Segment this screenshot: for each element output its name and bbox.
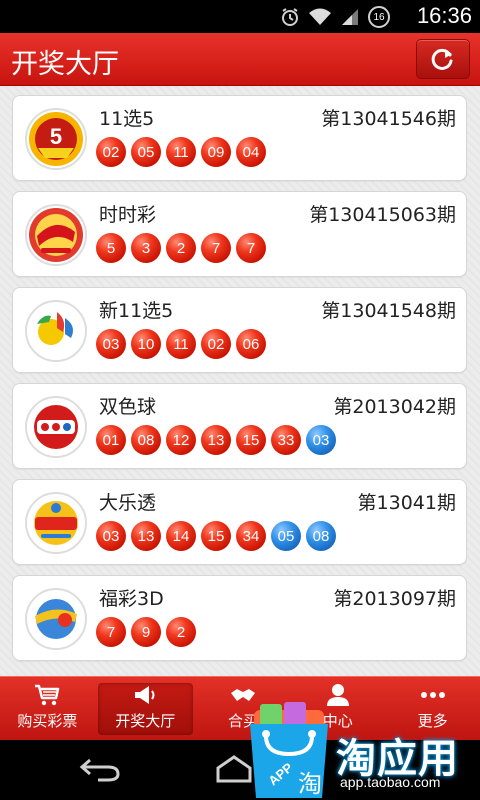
wifi-icon bbox=[309, 8, 331, 25]
refresh-button[interactable] bbox=[416, 39, 470, 79]
red-ball: 02 bbox=[96, 137, 126, 167]
signal-icon bbox=[342, 9, 358, 25]
more-dots-icon bbox=[420, 692, 445, 698]
issue-number: 第13041期 bbox=[357, 492, 456, 514]
red-ball: 02 bbox=[201, 329, 231, 359]
red-ball: 2 bbox=[166, 233, 196, 263]
winning-numbers: 03 13 14 15 34 05 08 bbox=[96, 521, 336, 551]
tab-draw-hall[interactable]: 开奖大厅 bbox=[97, 683, 193, 735]
page-title: 开奖大厅 bbox=[11, 49, 119, 80]
lottery-name: 新11选5 bbox=[99, 300, 174, 322]
dlt-logo bbox=[25, 492, 87, 554]
tab-buy-lottery[interactable]: 购买彩票 bbox=[0, 677, 95, 740]
winning-numbers: 7 9 2 bbox=[96, 617, 196, 647]
status-bar: 16 16:36 bbox=[0, 0, 480, 33]
red-ball: 34 bbox=[236, 521, 266, 551]
red-ball: 33 bbox=[271, 425, 301, 455]
lottery-name: 福彩3D bbox=[99, 588, 164, 610]
red-ball: 7 bbox=[201, 233, 231, 263]
lottery-card[interactable]: 时时彩 第130415063期 5 3 2 7 7 bbox=[12, 191, 467, 277]
red-ball: 03 bbox=[96, 329, 126, 359]
red-ball: 11 bbox=[166, 137, 196, 167]
lottery-card[interactable]: 双色球 第2013042期 01 08 12 13 15 33 03 bbox=[12, 383, 467, 469]
lottery-card[interactable]: 福彩3D 第2013097期 7 9 2 bbox=[12, 575, 467, 661]
lottery-name: 11选5 bbox=[99, 108, 155, 130]
issue-number: 第13041548期 bbox=[321, 300, 456, 322]
red-ball: 14 bbox=[166, 521, 196, 551]
blue-ball: 03 bbox=[306, 425, 336, 455]
winning-numbers: 5 3 2 7 7 bbox=[96, 233, 266, 263]
red-ball: 7 bbox=[236, 233, 266, 263]
winning-numbers: 02 05 11 09 04 bbox=[96, 137, 266, 167]
red-ball: 12 bbox=[166, 425, 196, 455]
lottery-card[interactable]: 新11选5 第13041548期 03 10 11 02 06 bbox=[12, 287, 467, 373]
issue-number: 第130415063期 bbox=[309, 204, 456, 226]
red-ball: 3 bbox=[131, 233, 161, 263]
red-ball: 03 bbox=[96, 521, 126, 551]
megaphone-icon bbox=[135, 686, 155, 704]
status-time: 16:36 bbox=[416, 3, 472, 28]
issue-number: 第13041546期 bbox=[321, 108, 456, 130]
bag-char: 淘 bbox=[298, 770, 322, 798]
app-header: 开奖大厅 bbox=[0, 33, 480, 86]
svg-text:5: 5 bbox=[50, 124, 62, 149]
red-ball: 06 bbox=[236, 329, 266, 359]
alarm-icon bbox=[282, 8, 298, 26]
lottery-name: 时时彩 bbox=[99, 204, 157, 226]
red-ball: 2 bbox=[166, 617, 196, 647]
cart-icon bbox=[35, 684, 60, 706]
red-ball: 04 bbox=[236, 137, 266, 167]
red-ball: 08 bbox=[131, 425, 161, 455]
lottery-list[interactable]: 5 11选5 第13041546期 02 05 11 09 04 时时彩 第13… bbox=[0, 86, 480, 676]
lottery-name: 双色球 bbox=[99, 396, 157, 418]
11x5-logo: 5 bbox=[25, 108, 87, 170]
blue-ball: 08 bbox=[306, 521, 336, 551]
refresh-icon bbox=[431, 48, 453, 70]
issue-number: 第2013042期 bbox=[333, 396, 456, 418]
back-icon[interactable] bbox=[78, 754, 122, 784]
lottery-card[interactable]: 大乐透 第13041期 03 13 14 15 34 05 08 bbox=[12, 479, 467, 565]
watermark-url: app.taobao.com bbox=[340, 774, 441, 790]
red-ball: 01 bbox=[96, 425, 126, 455]
new11x5-logo bbox=[25, 300, 87, 362]
red-ball: 15 bbox=[236, 425, 266, 455]
red-ball: 13 bbox=[131, 521, 161, 551]
red-ball: 9 bbox=[131, 617, 161, 647]
red-ball: 7 bbox=[96, 617, 126, 647]
notification-badge-icon: 16 bbox=[368, 6, 390, 28]
fc3d-logo bbox=[25, 588, 87, 650]
blue-ball: 05 bbox=[271, 521, 301, 551]
taobao-app-bag-icon: APP 淘 bbox=[250, 702, 328, 798]
red-ball: 13 bbox=[201, 425, 231, 455]
tab-label: 开奖大厅 bbox=[115, 712, 176, 730]
tab-label: 购买彩票 bbox=[17, 712, 78, 730]
red-ball: 09 bbox=[201, 137, 231, 167]
red-ball: 10 bbox=[131, 329, 161, 359]
lottery-name: 大乐透 bbox=[99, 492, 157, 514]
red-ball: 05 bbox=[131, 137, 161, 167]
ssc-logo bbox=[25, 204, 87, 266]
lottery-card[interactable]: 5 11选5 第13041546期 02 05 11 09 04 bbox=[12, 95, 467, 181]
winning-numbers: 01 08 12 13 15 33 03 bbox=[96, 425, 336, 455]
red-ball: 5 bbox=[96, 233, 126, 263]
winning-numbers: 03 10 11 02 06 bbox=[96, 329, 266, 359]
status-icons: 16 bbox=[280, 6, 390, 28]
ssq-logo bbox=[25, 396, 87, 458]
red-ball: 11 bbox=[166, 329, 196, 359]
issue-number: 第2013097期 bbox=[333, 588, 456, 610]
red-ball: 15 bbox=[201, 521, 231, 551]
